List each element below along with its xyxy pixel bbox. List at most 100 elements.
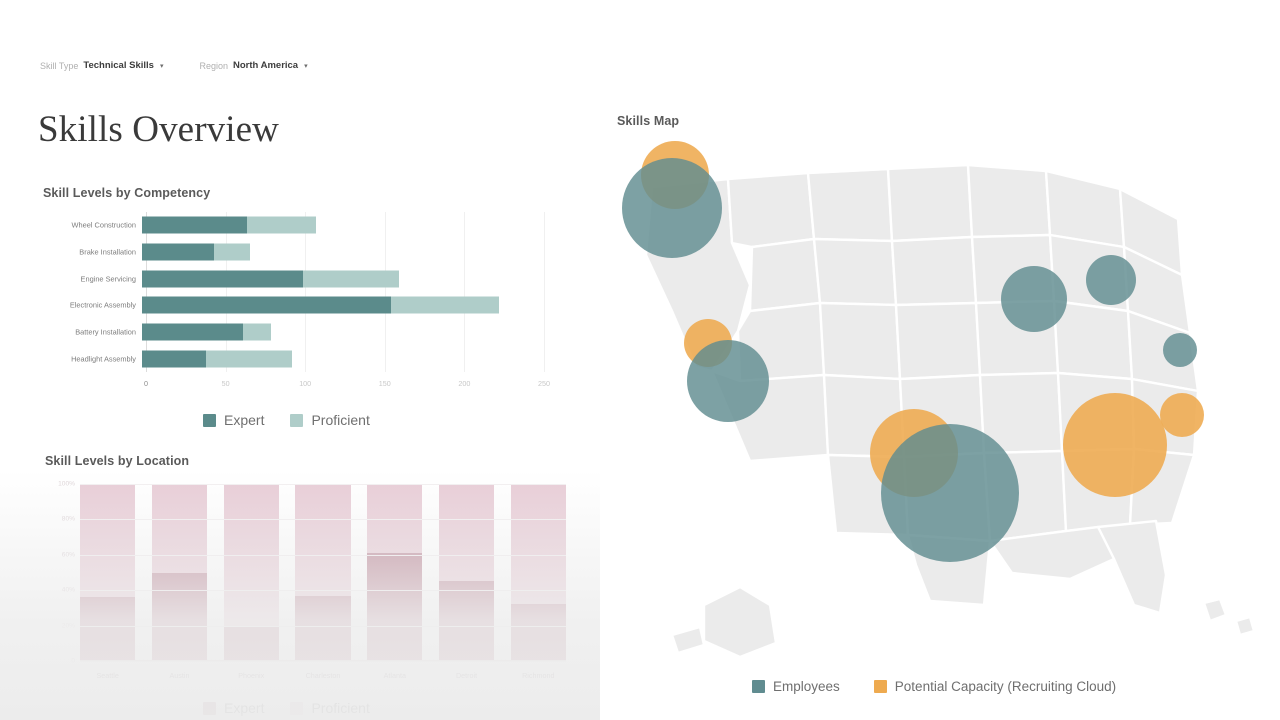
column-segment-proficient[interactable] bbox=[151, 484, 208, 573]
location-column[interactable] bbox=[438, 484, 495, 661]
filter-region-label: Region bbox=[199, 60, 228, 71]
legend-swatch bbox=[203, 701, 216, 715]
bar-segment-proficient[interactable] bbox=[214, 243, 250, 261]
bar-segment-expert[interactable] bbox=[142, 243, 215, 261]
skills-map-panel[interactable] bbox=[600, 135, 1260, 665]
map-bubble-employees[interactable] bbox=[622, 158, 722, 258]
filter-region[interactable]: Region North America ▾ bbox=[199, 60, 307, 71]
bar-segment-proficient[interactable] bbox=[243, 323, 271, 341]
y-axis-tick: 80% bbox=[61, 515, 75, 523]
location-column[interactable] bbox=[367, 484, 423, 661]
column-stack bbox=[510, 484, 566, 661]
map-bubble-employees[interactable] bbox=[881, 424, 1019, 562]
map-legend: Employees Potential Capacity (Recruiting … bbox=[752, 679, 1116, 694]
location-plot-area: 0 20% 40% 60% 80% 100% bbox=[58, 481, 566, 665]
competency-bar-row[interactable]: Headlight Assembly bbox=[38, 350, 544, 368]
bar-segment-proficient[interactable] bbox=[206, 350, 292, 368]
legend-label: Expert bbox=[224, 700, 265, 716]
bar-segment-proficient[interactable] bbox=[391, 296, 499, 314]
skill-levels-by-competency-chart: Wheel Construction Brake Installation Engi… bbox=[38, 212, 568, 397]
legend-item[interactable]: Expert bbox=[203, 412, 264, 428]
location-legend: Expert Proficient bbox=[203, 700, 370, 716]
gridline bbox=[80, 519, 566, 521]
competency-bar-row[interactable]: Battery Installation bbox=[38, 323, 544, 341]
column-segment-expert[interactable] bbox=[295, 595, 351, 661]
location-column[interactable] bbox=[295, 484, 351, 661]
location-label: Seattle bbox=[96, 671, 119, 680]
competency-chart-title: Skill Levels by Competency bbox=[43, 186, 211, 200]
bar-segment-expert[interactable] bbox=[142, 270, 303, 288]
x-axis-tick: 150 bbox=[378, 379, 391, 388]
x-axis-tick: 100 bbox=[299, 379, 312, 388]
bar-track bbox=[142, 216, 544, 234]
column-segment-expert[interactable] bbox=[151, 572, 208, 661]
location-column[interactable] bbox=[80, 484, 136, 661]
location-column[interactable] bbox=[151, 484, 208, 661]
bar-segment-expert[interactable] bbox=[142, 323, 244, 341]
column-segment-proficient[interactable] bbox=[295, 484, 351, 596]
legend-swatch bbox=[203, 413, 216, 427]
y-axis-tick: 60% bbox=[61, 551, 75, 559]
competency-label: Battery Installation bbox=[75, 327, 136, 337]
column-stack bbox=[438, 484, 495, 661]
competency-bar-rows: Wheel Construction Brake Installation Engi… bbox=[38, 212, 544, 372]
map-bubble-capacity[interactable] bbox=[1160, 393, 1204, 437]
filter-region-value: North America bbox=[232, 60, 299, 71]
location-label: Atlanta bbox=[383, 671, 406, 680]
x-axis-tick: 0 bbox=[144, 379, 148, 388]
competency-bar-row[interactable]: Electronic Assembly bbox=[38, 296, 544, 314]
map-bubble-capacity[interactable] bbox=[1063, 393, 1167, 497]
bar-segment-proficient[interactable] bbox=[246, 216, 316, 234]
column-segment-proficient[interactable] bbox=[510, 484, 566, 605]
column-stack bbox=[151, 484, 208, 661]
location-label: Detroit bbox=[455, 671, 478, 680]
legend-item[interactable]: Potential Capacity (Recruiting Cloud) bbox=[873, 679, 1117, 694]
legend-item[interactable]: Employees bbox=[752, 679, 840, 694]
y-axis-tick: 20% bbox=[61, 622, 75, 630]
column-stack bbox=[223, 484, 279, 661]
bar-segment-proficient[interactable] bbox=[302, 270, 400, 288]
filter-skill-type-label: Skill Type bbox=[40, 60, 79, 71]
filter-skill-type[interactable]: Skill Type Technical Skills ▾ bbox=[40, 60, 163, 71]
column-segment-expert[interactable] bbox=[223, 625, 279, 661]
location-columns bbox=[80, 484, 566, 661]
chevron-down-icon[interactable]: ▾ bbox=[160, 62, 164, 70]
competency-bar-row[interactable]: Engine Servicing bbox=[38, 270, 544, 288]
map-bubble-employees[interactable] bbox=[687, 340, 769, 422]
chevron-down-icon[interactable]: ▾ bbox=[304, 62, 308, 70]
competency-bar-row[interactable]: Brake Installation bbox=[38, 243, 544, 261]
legend-label: Proficient bbox=[311, 412, 370, 428]
location-column[interactable] bbox=[510, 484, 566, 661]
page-title: Skills Overview bbox=[38, 109, 279, 150]
legend-item[interactable]: Proficient bbox=[290, 412, 370, 428]
column-segment-expert[interactable] bbox=[510, 604, 566, 661]
column-segment-expert[interactable] bbox=[80, 597, 136, 661]
legend-item[interactable]: Proficient bbox=[290, 700, 370, 716]
legend-item[interactable]: Expert bbox=[203, 700, 264, 716]
column-segment-proficient[interactable] bbox=[80, 484, 136, 598]
bar-segment-expert[interactable] bbox=[142, 350, 207, 368]
map-bubble-employees[interactable] bbox=[1086, 255, 1136, 305]
competency-bar-row[interactable]: Wheel Construction bbox=[38, 216, 544, 234]
location-label: Charleston bbox=[305, 671, 341, 680]
map-bubble-employees[interactable] bbox=[1163, 333, 1197, 367]
bar-segment-expert[interactable] bbox=[142, 296, 392, 314]
column-stack bbox=[367, 484, 423, 661]
competency-legend: Expert Proficient bbox=[203, 412, 370, 428]
gridline bbox=[80, 625, 566, 627]
map-title: Skills Map bbox=[617, 114, 680, 128]
y-axis-tick: 100% bbox=[58, 480, 75, 488]
location-column[interactable] bbox=[223, 484, 279, 661]
column-segment-expert[interactable] bbox=[438, 581, 495, 661]
competency-label: Wheel Construction bbox=[71, 220, 137, 230]
bar-segment-expert[interactable] bbox=[142, 216, 247, 234]
column-segment-proficient[interactable] bbox=[438, 484, 495, 582]
filter-skill-type-value: Technical Skills bbox=[83, 60, 154, 71]
map-bubble-employees[interactable] bbox=[1001, 266, 1067, 332]
legend-swatch bbox=[752, 680, 765, 693]
competency-label: Engine Servicing bbox=[80, 274, 136, 284]
legend-label: Potential Capacity (Recruiting Cloud) bbox=[894, 679, 1117, 694]
column-stack bbox=[80, 484, 136, 661]
gridline bbox=[80, 661, 566, 662]
column-segment-expert[interactable] bbox=[367, 553, 423, 661]
